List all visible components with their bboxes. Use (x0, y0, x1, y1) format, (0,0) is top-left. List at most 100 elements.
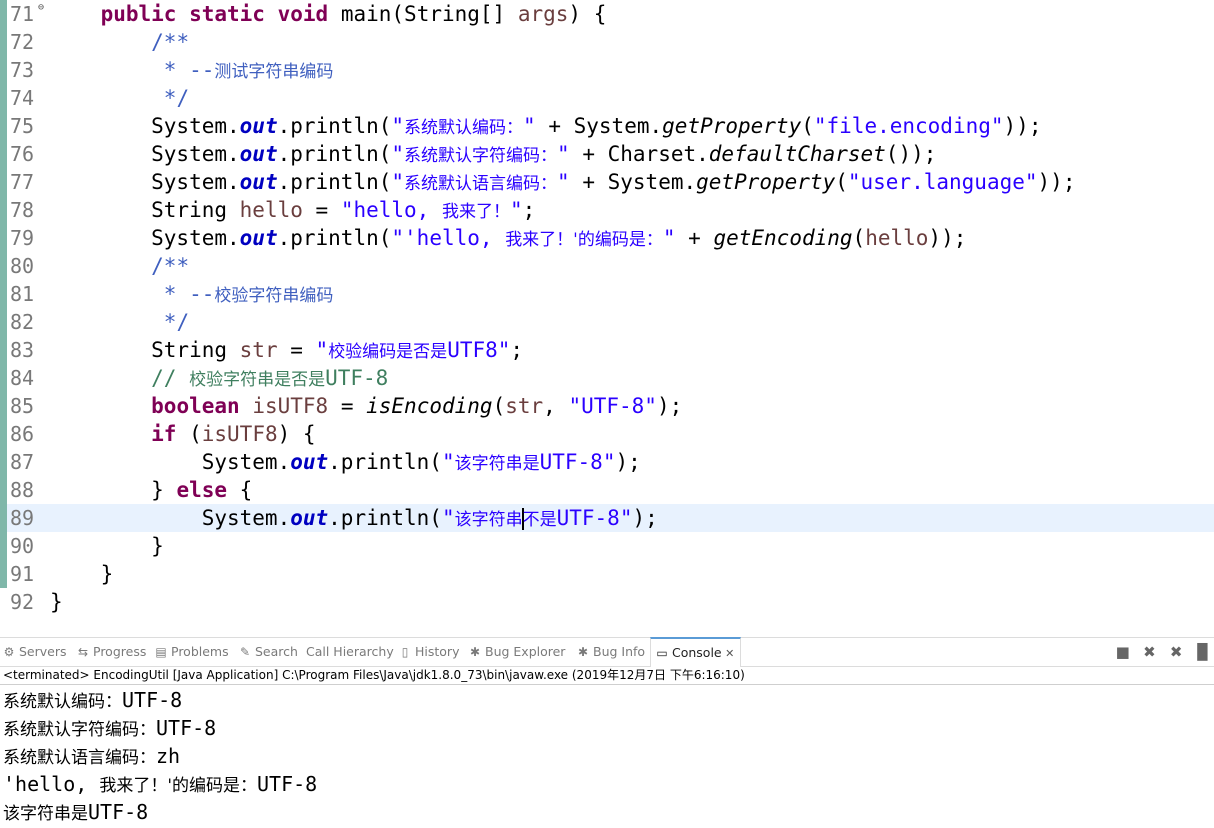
remove-all-icon[interactable]: ✖ (1165, 638, 1187, 666)
code-editor[interactable]: 71 ⊖ public static void main(String[] arg… (0, 0, 1214, 617)
line-gutter: 83 (0, 336, 48, 364)
tab-console[interactable]: ▭ Console ✕ (650, 637, 742, 667)
code-line[interactable]: 84 // 校验字符串是否是UTF-8 (0, 364, 1214, 392)
line-number: 72 (10, 30, 35, 54)
code-token: System. (50, 142, 240, 166)
code-token: */ (163, 310, 190, 334)
code-text: System.out.println("系统默认语言编码：" + System.… (50, 168, 1075, 198)
code-token: ( (176, 422, 202, 446)
code-token: isEncoding (366, 394, 493, 418)
line-gutter: 79 (0, 224, 48, 252)
code-token: } (50, 590, 63, 614)
code-token: else (176, 478, 228, 502)
code-token: if (151, 422, 177, 446)
code-token: 系统默认字符编码： (404, 146, 558, 166)
fold-collapse-icon[interactable]: ⊖ (38, 2, 44, 14)
code-token: 系统默认编码： (404, 118, 524, 138)
close-icon[interactable]: ✕ (722, 647, 734, 660)
code-line[interactable]: 78 String hello = "hello, 我来了！"; (0, 196, 1214, 224)
code-token: .println( (328, 506, 442, 530)
code-token: .println( (277, 142, 392, 166)
code-line[interactable]: 82 */ (0, 308, 1214, 336)
code-token: 系统默认语言编码： (404, 174, 558, 194)
tab-progress[interactable]: ⇆ Progress (76, 638, 146, 666)
code-token: UTF-8" (539, 450, 616, 474)
console-line: 'hello, 我来了！'的编码是：UTF-8 (3, 770, 317, 798)
code-token: getProperty (696, 170, 836, 194)
code-line[interactable]: 73 * --测试字符串编码 (0, 56, 1214, 84)
stop-icon[interactable]: ■ (1112, 638, 1134, 666)
code-token: 校验编码是否是 (328, 342, 448, 362)
tab-servers[interactable]: ⚙ Servers (2, 638, 67, 666)
line-number: 88 (10, 478, 35, 502)
code-line[interactable]: 74 */ (0, 84, 1214, 112)
remove-launch-icon[interactable]: ✖ (1138, 638, 1160, 666)
console-text: UTF-8 (122, 688, 183, 712)
code-token: } (50, 534, 164, 558)
code-line[interactable]: 89 System.out.println("该字符串不是UTF-8"); (0, 504, 1214, 532)
history-icon: ▯ (401, 645, 409, 659)
console-text: 我来了！'的编码是： (99, 776, 258, 796)
change-marker (0, 280, 7, 308)
code-line[interactable]: 90 } (0, 532, 1214, 560)
code-line[interactable]: 77 System.out.println("系统默认语言编码：" + Syst… (0, 168, 1214, 196)
code-line[interactable]: 86 if (isUTF8) { (0, 420, 1214, 448)
line-number: 89 (10, 506, 35, 530)
code-token: isUTF8 (201, 422, 278, 446)
code-line[interactable]: 71 ⊖ public static void main(String[] arg… (0, 0, 1214, 28)
code-line[interactable]: 81 * --校验字符串编码 (0, 280, 1214, 308)
code-text: /** (50, 28, 189, 56)
change-marker (0, 224, 7, 252)
code-line[interactable]: 88 } else { (0, 476, 1214, 504)
code-token: 校验字符串编码 (214, 286, 334, 306)
code-token: 该字符串 (454, 510, 523, 530)
console-line: 系统默认字符编码：UTF-8 (3, 714, 216, 742)
code-token: UTF-8" (556, 506, 633, 530)
code-line[interactable]: 92} (0, 588, 1214, 616)
code-line[interactable]: 80 /** (0, 252, 1214, 280)
tab-call-hierarchy[interactable]: Call Hierarchy (306, 638, 394, 666)
code-line[interactable]: 76 System.out.println("系统默认字符编码：" + Char… (0, 140, 1214, 168)
code-token: String (50, 198, 240, 222)
code-line[interactable]: 87 System.out.println("该字符串是UTF-8"); (0, 448, 1214, 476)
code-token: )); (928, 226, 967, 250)
code-token: "file.encoding" (813, 114, 1004, 138)
code-token: ( (492, 394, 506, 418)
code-token: public (100, 2, 177, 26)
tab-problems[interactable]: ▤ Problems (154, 638, 228, 666)
code-token: ; (510, 338, 524, 362)
line-number: 76 (10, 142, 35, 166)
tab-bug-info[interactable]: ✱ Bug Info (576, 638, 645, 666)
code-text: * --校验字符串编码 (50, 280, 334, 310)
line-gutter: 81 (0, 280, 48, 308)
code-text: String str = "校验编码是否是UTF8"; (50, 336, 523, 366)
code-text: String hello = "hello, 我来了！"; (50, 196, 535, 226)
code-text: } (50, 532, 164, 560)
line-number: 73 (10, 58, 35, 82)
code-token: + Charset. (569, 142, 709, 166)
code-token: // (151, 366, 190, 390)
code-line[interactable]: 85 boolean isUTF8 = isEncoding(str, "UTF… (0, 392, 1214, 420)
code-line[interactable]: 91 } (0, 560, 1214, 588)
console-text: UTF-8 (88, 800, 149, 824)
console-line: 系统默认编码：UTF-8 (3, 686, 182, 714)
code-line[interactable]: 75 System.out.println("系统默认编码：" + System… (0, 112, 1214, 140)
code-token: ( (801, 114, 814, 138)
code-line[interactable]: 79 System.out.println("'hello, 我来了！'的编码是… (0, 224, 1214, 252)
change-marker (0, 364, 7, 392)
code-token: } (50, 478, 177, 502)
line-gutter: 71 ⊖ (0, 0, 48, 28)
tab-bug-explorer[interactable]: ✱ Bug Explorer (468, 638, 565, 666)
scroll-lock-icon[interactable]: ▉ (1192, 638, 1214, 666)
tab-history[interactable]: ▯ History (398, 638, 460, 666)
tab-search[interactable]: ✎ Search (238, 638, 298, 666)
code-line[interactable]: 83 String str = "校验编码是否是UTF8"; (0, 336, 1214, 364)
code-line[interactable]: 72 /** (0, 28, 1214, 56)
code-text: /** (50, 252, 189, 280)
code-token: System. (50, 450, 291, 474)
console-output[interactable]: 系统默认编码：UTF-8 系统默认字符编码：UTF-8 系统默认语言编码：zh'he… (0, 686, 1214, 824)
code-token: UTF8" (447, 338, 511, 362)
